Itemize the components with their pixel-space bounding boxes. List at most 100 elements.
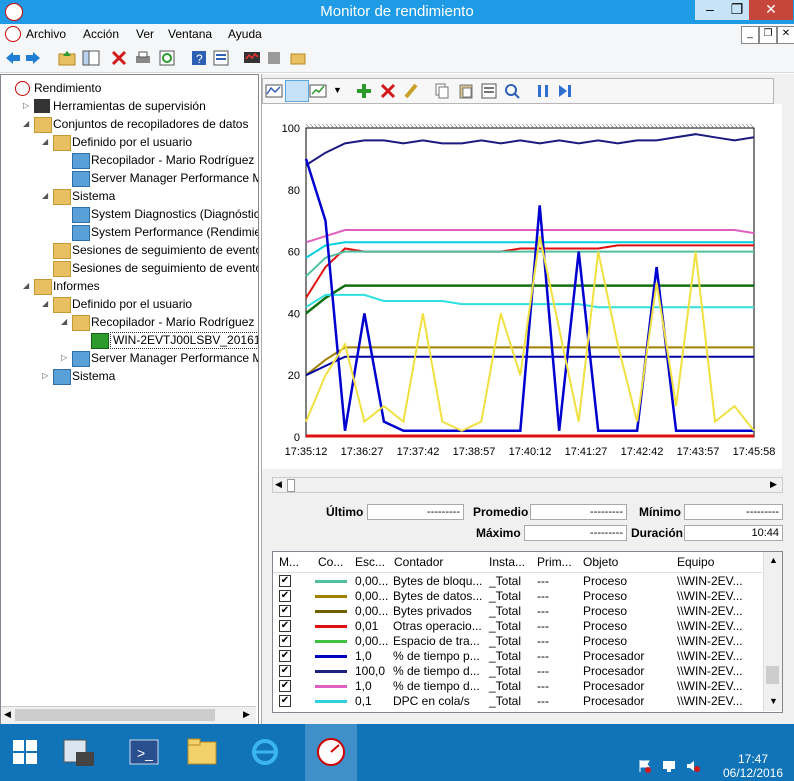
col-contador[interactable]: Contador bbox=[394, 555, 443, 569]
update-data-icon[interactable] bbox=[556, 82, 574, 100]
col-primario[interactable]: Prim... bbox=[537, 555, 572, 569]
col-mostrar[interactable]: M... bbox=[279, 555, 299, 569]
show-checkbox[interactable]: ✔ bbox=[279, 680, 291, 692]
tree-item[interactable]: ◢ Informes bbox=[1, 277, 257, 295]
collapse-arrow-icon[interactable]: ◢ bbox=[61, 318, 69, 326]
expand-arrow-icon[interactable]: ▷ bbox=[42, 372, 50, 380]
tree-item[interactable]: Sesiones de seguimiento de eventos bbox=[1, 241, 258, 259]
close-button[interactable]: ✕ bbox=[749, 0, 793, 20]
delete-icon[interactable] bbox=[110, 49, 128, 67]
table-row[interactable]: ✔ 1,0 % de tiempo p... _Total --- Procesador \… bbox=[273, 649, 762, 664]
table-row[interactable]: ✔ 100,0 % de tiempo d... _Total --- Procesado… bbox=[273, 664, 762, 679]
tree-item[interactable]: Recopilador - Mario Rodríguez bbox=[1, 151, 257, 169]
collapse-arrow-icon[interactable]: ◢ bbox=[23, 120, 31, 128]
col-equipo[interactable]: Equipo bbox=[677, 555, 714, 569]
table-scroll-down-arrow[interactable]: ▼ bbox=[769, 696, 778, 706]
clock[interactable]: 17:47 06/12/2016 bbox=[712, 724, 794, 781]
tree-item[interactable]: Rendimiento bbox=[1, 79, 257, 97]
table-scroll-thumb[interactable] bbox=[766, 666, 779, 684]
paste-counter-list-icon[interactable] bbox=[457, 82, 475, 100]
table-row[interactable]: ✔ 0,00... Espacio de tra... _Total --- Proces… bbox=[273, 634, 762, 649]
tree-item[interactable]: ◢ Recopilador - Mario Rodríguez bbox=[1, 313, 257, 331]
properties-icon-graph[interactable] bbox=[480, 82, 498, 100]
table-row[interactable]: ✔ 0,01 Otras operacio... _Total --- Proceso \\… bbox=[273, 619, 762, 634]
expand-arrow-icon[interactable]: ▷ bbox=[23, 102, 31, 110]
mdi-close-button[interactable]: ✕ bbox=[777, 26, 794, 44]
help-icon[interactable]: ? bbox=[190, 49, 208, 67]
menu-ver[interactable]: Ver bbox=[136, 27, 154, 41]
show-checkbox[interactable]: ✔ bbox=[279, 695, 291, 707]
file-explorer-icon[interactable] bbox=[185, 734, 219, 768]
back-icon[interactable] bbox=[4, 49, 22, 67]
tree-item[interactable]: ▷ Herramientas de supervisión bbox=[1, 97, 257, 115]
show-checkbox[interactable]: ✔ bbox=[279, 605, 291, 617]
show-checkbox[interactable]: ✔ bbox=[279, 665, 291, 677]
table-row[interactable]: ✔ 0,1 DPC en cola/s _Total --- Procesador \\WI… bbox=[273, 694, 762, 709]
menu-archivo[interactable]: Archivo bbox=[26, 27, 66, 41]
internet-explorer-icon[interactable] bbox=[248, 734, 282, 768]
maximize-button[interactable]: ❐ bbox=[722, 0, 752, 20]
col-escala[interactable]: Esc... bbox=[355, 555, 385, 569]
mdi-restore-button[interactable]: ❐ bbox=[759, 26, 777, 44]
time-scrollbar[interactable]: ◀ ▶ bbox=[272, 477, 783, 493]
freeze-display-icon[interactable] bbox=[534, 82, 552, 100]
start-button-icon[interactable] bbox=[12, 739, 38, 765]
graph-type-dropdown-icon[interactable]: ▼ bbox=[333, 85, 342, 95]
powershell-icon[interactable]: >_ bbox=[128, 736, 160, 768]
add-counter-icon[interactable] bbox=[355, 82, 373, 100]
tree-item[interactable]: ◢ Sistema bbox=[1, 187, 257, 205]
menu-ventana[interactable]: Ventana bbox=[168, 27, 212, 41]
menu-ayuda[interactable]: Ayuda bbox=[228, 27, 262, 41]
change-graph-type-icon[interactable] bbox=[309, 82, 327, 100]
col-color[interactable]: Co... bbox=[318, 555, 343, 569]
expand-arrow-icon[interactable]: ▷ bbox=[61, 354, 69, 362]
show-checkbox[interactable]: ✔ bbox=[279, 620, 291, 632]
taskbar-perfmon-button[interactable] bbox=[305, 724, 357, 781]
scroll-right-arrow[interactable]: ▶ bbox=[243, 709, 250, 720]
tree-item[interactable]: ◢ Definido por el usuario bbox=[1, 295, 257, 313]
print-icon[interactable] bbox=[134, 49, 152, 67]
time-scroll-left-arrow[interactable]: ◀ bbox=[275, 479, 282, 490]
col-instancia[interactable]: Insta... bbox=[489, 555, 525, 569]
volume-muted-icon[interactable] bbox=[686, 759, 700, 773]
show-checkbox[interactable]: ✔ bbox=[279, 635, 291, 647]
delete-counter-icon[interactable] bbox=[379, 82, 397, 100]
col-objeto[interactable]: Objeto bbox=[583, 555, 618, 569]
show-checkbox[interactable]: ✔ bbox=[279, 590, 291, 602]
scroll-thumb[interactable] bbox=[15, 709, 215, 721]
forward-icon[interactable] bbox=[24, 49, 42, 67]
tree-item[interactable]: ◢ Conjuntos de recopiladores de datos bbox=[1, 115, 257, 133]
copy-properties-icon[interactable] bbox=[433, 82, 451, 100]
tree-item[interactable]: ▷ Sistema bbox=[1, 367, 257, 385]
tree-item[interactable]: Sesiones de seguimiento de eventos bbox=[1, 259, 258, 277]
collapse-arrow-icon[interactable]: ◢ bbox=[42, 138, 50, 146]
table-row[interactable]: ✔ 0,00... Bytes de bloqu... _Total --- Proces… bbox=[273, 574, 762, 589]
tree-item[interactable]: System Performance (Rendimien bbox=[1, 223, 258, 241]
view-log-data-button[interactable] bbox=[285, 80, 309, 102]
menu-app-icon[interactable] bbox=[5, 26, 21, 42]
table-row[interactable]: ✔ 1,0 % de tiempo d... _Total --- Procesador \… bbox=[273, 679, 762, 694]
view-current-activity-icon[interactable] bbox=[265, 82, 283, 100]
table-scroll-up-arrow[interactable]: ▲ bbox=[769, 555, 778, 565]
show-hide-tree-icon[interactable] bbox=[82, 49, 100, 67]
server-manager-icon[interactable] bbox=[62, 736, 96, 770]
table-row[interactable]: ✔ 0,00... Bytes privados _Total --- Proceso \\… bbox=[273, 604, 762, 619]
refresh-icon[interactable] bbox=[158, 49, 176, 67]
zoom-icon[interactable] bbox=[503, 82, 521, 100]
flag-icon[interactable] bbox=[638, 759, 652, 773]
stop-icon[interactable] bbox=[265, 49, 283, 67]
show-checkbox[interactable]: ✔ bbox=[279, 575, 291, 587]
tree-item[interactable]: ▷ Server Manager Performance Mo bbox=[1, 349, 258, 367]
network-icon[interactable] bbox=[662, 759, 676, 773]
mdi-minimize-button[interactable]: _ bbox=[741, 26, 759, 44]
up-folder-icon[interactable] bbox=[58, 49, 76, 67]
time-scroll-right-arrow[interactable]: ▶ bbox=[770, 479, 777, 490]
time-scroll-thumb[interactable] bbox=[287, 479, 295, 492]
minimize-button[interactable]: – bbox=[695, 0, 725, 20]
collapse-arrow-icon[interactable]: ◢ bbox=[23, 282, 31, 290]
tree-item[interactable]: WIN-2EVTJ00LSBV_20161206- bbox=[1, 331, 258, 349]
tree-item[interactable]: System Diagnostics (Diagnóstico bbox=[1, 205, 258, 223]
collapse-arrow-icon[interactable]: ◢ bbox=[42, 300, 50, 308]
highlight-icon[interactable] bbox=[402, 82, 420, 100]
folder-icon[interactable] bbox=[289, 49, 307, 67]
